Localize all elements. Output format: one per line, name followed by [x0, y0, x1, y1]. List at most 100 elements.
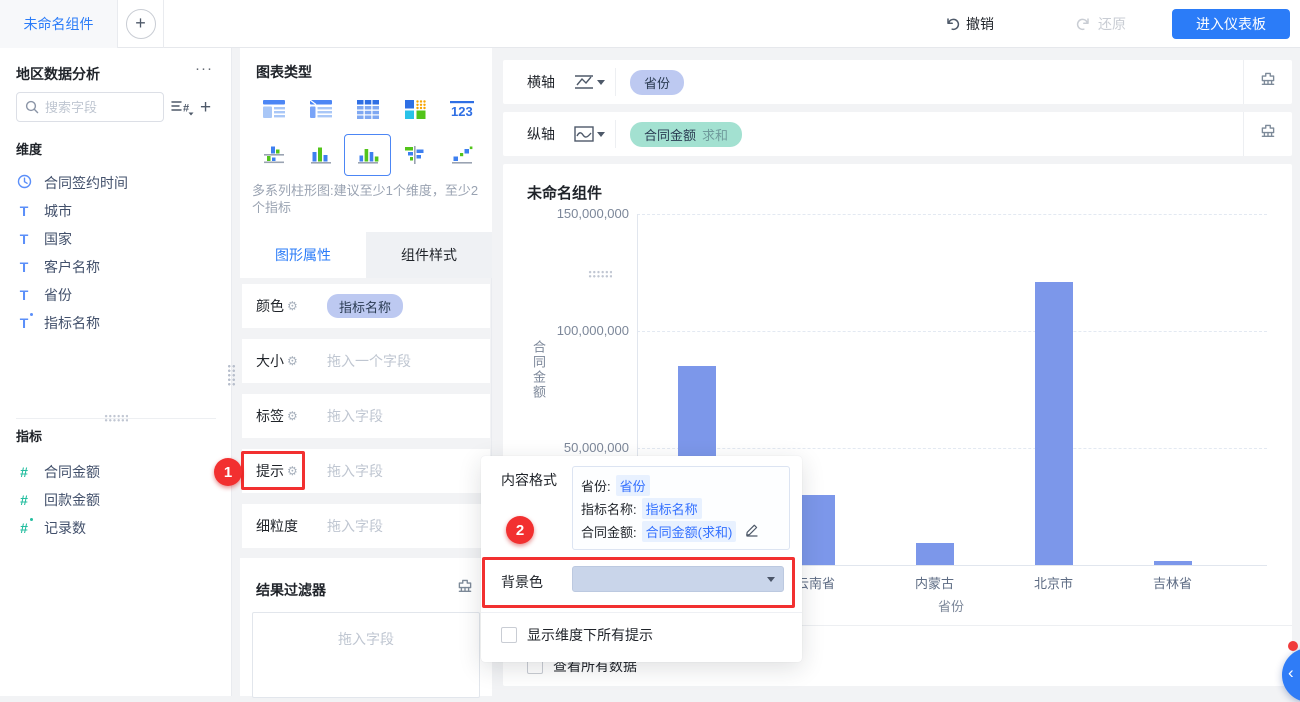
- chart-type-title: 图表类型: [256, 64, 312, 80]
- chart-type-quadrant-icon[interactable]: [391, 88, 438, 130]
- chart-type-kpi-icon[interactable]: 123: [438, 88, 485, 130]
- edit-pencil-icon[interactable]: [745, 523, 759, 540]
- content-format-box[interactable]: 省份: 省份 指标名称: 指标名称 合同金额: 合同金额(求和): [572, 466, 790, 550]
- caret-down-icon: [597, 79, 605, 85]
- format-field-tag[interactable]: 省份: [615, 475, 650, 496]
- text-field-icon: T: [19, 203, 29, 219]
- format-field-tag[interactable]: 指标名称: [641, 498, 702, 519]
- chart-bar[interactable]: [1153, 561, 1192, 565]
- number-field-icon: #: [20, 464, 28, 480]
- y-axis-type-dropdown[interactable]: [573, 124, 605, 144]
- chart-type-grid: 123: [250, 88, 486, 176]
- field-search-box[interactable]: [16, 92, 164, 122]
- dimension-item[interactable]: T 城市: [16, 199, 216, 223]
- y-gridline: [637, 214, 1267, 215]
- format-field-label: 指标名称:: [581, 502, 637, 517]
- dimension-item[interactable]: 合同签约时间: [16, 171, 216, 195]
- tab-label: 图形属性: [275, 247, 331, 263]
- chart-type-scatter-icon[interactable]: [438, 134, 485, 176]
- dimensions-label: 维度: [16, 142, 43, 157]
- chart-bar[interactable]: [915, 542, 954, 565]
- clear-y-axis-icon[interactable]: [1259, 123, 1277, 146]
- chart-type-table-info-icon[interactable]: [297, 88, 344, 130]
- tab-graph-properties[interactable]: 图形属性: [240, 232, 366, 278]
- panel-resize-handle[interactable]: [227, 364, 236, 386]
- component-tab[interactable]: 未命名组件: [0, 0, 118, 48]
- metric-name: 合同金额: [44, 464, 100, 480]
- category-axis-icon: [575, 75, 593, 89]
- clock-icon: [16, 174, 32, 192]
- field-pill-label: 省份: [644, 75, 671, 91]
- redo-label: 还原: [1098, 16, 1126, 32]
- chevron-left-icon: ‹: [1288, 663, 1294, 682]
- clear-filter-icon[interactable]: [456, 578, 474, 601]
- gear-icon[interactable]: ⚙: [287, 409, 298, 423]
- dimension-name: 省份: [44, 287, 72, 303]
- component-tab-label: 未命名组件: [23, 16, 94, 32]
- result-filter-title: 结果过滤器: [256, 582, 326, 598]
- search-input[interactable]: [45, 99, 145, 115]
- metric-item[interactable]: # 记录数: [16, 516, 216, 540]
- color-field-pill[interactable]: 指标名称: [327, 294, 404, 318]
- chart-type-description: 多系列柱形图:建议至少1个维度，至少2个指标: [252, 183, 479, 215]
- label-drop-placeholder[interactable]: 拖入字段: [327, 406, 383, 426]
- y-axis-shelf-label: 纵轴: [527, 126, 555, 142]
- gear-icon[interactable]: ⚙: [287, 354, 298, 368]
- property-row-granularity: 细粒度 拖入字段: [242, 504, 490, 548]
- dataset-panel: 地区数据分析 ··· # + 维度 合同签约时间 T 城市 T 国家 T 客户名…: [0, 48, 232, 696]
- redo-button[interactable]: 还原: [1076, 0, 1126, 48]
- format-field-label: 合同金额:: [581, 525, 637, 540]
- svg-text:#: #: [183, 103, 189, 115]
- chart-bar[interactable]: [1034, 281, 1073, 565]
- chart-type-bidirectional-bar-icon[interactable]: [250, 134, 297, 176]
- chart-type-horizontal-bar-icon[interactable]: [391, 134, 438, 176]
- y-axis-tick-label: 100,000,000: [556, 323, 629, 338]
- enter-dashboard-button[interactable]: 进入仪表板: [1172, 9, 1290, 39]
- property-label: 标签: [256, 408, 284, 424]
- redo-icon: [1076, 18, 1089, 31]
- y-axis-field-pill[interactable]: 合同金额 求和: [630, 121, 743, 147]
- metric-item[interactable]: # 回款金额: [16, 488, 216, 512]
- chart-bar[interactable]: [796, 494, 835, 565]
- format-line: 合同金额: 合同金额(求和): [581, 520, 781, 543]
- metric-name: 记录数: [44, 520, 86, 536]
- metric-item[interactable]: # 合同金额: [16, 460, 216, 484]
- content-format-label: 内容格式: [501, 472, 557, 488]
- add-field-button[interactable]: +: [200, 97, 211, 119]
- chart-type-multi-series-column-icon[interactable]: [344, 134, 391, 176]
- show-all-tooltips-checkbox[interactable]: [501, 627, 517, 643]
- dimension-item[interactable]: T 指标名称: [16, 311, 216, 335]
- tooltip-drop-placeholder[interactable]: 拖入字段: [327, 461, 383, 481]
- dimension-item[interactable]: T 客户名称: [16, 255, 216, 279]
- annotation-badge-2: 2: [506, 516, 534, 544]
- format-field-tag[interactable]: 合同金额(求和): [641, 521, 737, 542]
- clear-x-axis-icon[interactable]: [1259, 71, 1277, 94]
- notification-dot: [1288, 641, 1298, 651]
- granularity-drop-placeholder[interactable]: 拖入字段: [327, 516, 383, 536]
- x-axis-field-pill[interactable]: 省份: [630, 69, 685, 95]
- number-field-calc-icon: #: [16, 518, 33, 536]
- tab-component-style[interactable]: 组件样式: [366, 232, 492, 278]
- chart-type-table-icon[interactable]: [250, 88, 297, 130]
- annotation-badge-1: 1: [214, 458, 242, 486]
- undo-button[interactable]: 撤销: [944, 0, 994, 48]
- value-axis-icon: [574, 126, 594, 142]
- x-axis-type-dropdown[interactable]: [573, 72, 605, 92]
- drag-handle[interactable]: [104, 414, 128, 422]
- x-axis-shelf-label: 横轴: [527, 74, 555, 90]
- dimension-item[interactable]: T 省份: [16, 283, 216, 307]
- dimension-item[interactable]: T 国家: [16, 227, 216, 251]
- size-drop-placeholder[interactable]: 拖入一个字段: [327, 351, 411, 371]
- chart-type-table-grid-icon[interactable]: [344, 88, 391, 130]
- sort-fields-icon[interactable]: #: [171, 99, 195, 121]
- enter-dashboard-label: 进入仪表板: [1196, 16, 1266, 32]
- filter-drop-zone[interactable]: 拖入字段: [252, 612, 480, 698]
- drag-handle[interactable]: [588, 270, 612, 278]
- chart-type-column-icon[interactable]: [297, 134, 344, 176]
- add-component-button[interactable]: +: [125, 9, 156, 39]
- dataset-more-button[interactable]: ···: [195, 60, 213, 77]
- property-label: 颜色: [256, 298, 284, 314]
- gear-icon[interactable]: ⚙: [287, 299, 298, 313]
- add-component-wrap: +: [118, 0, 164, 48]
- x-axis-tick-label: 吉林省: [1152, 576, 1192, 591]
